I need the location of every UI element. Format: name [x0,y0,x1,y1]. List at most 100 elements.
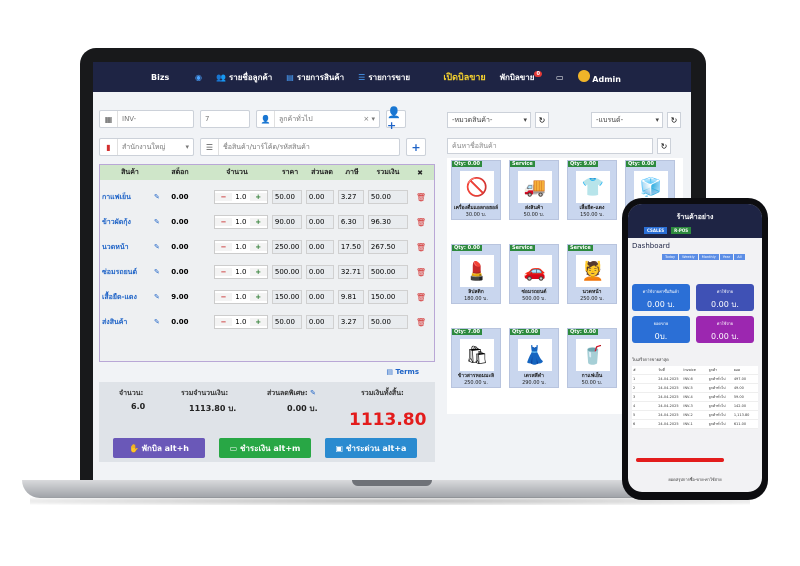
branch-select[interactable]: ▮ สำนักงานใหญ่ ▾ [99,138,194,156]
decrement-button[interactable]: − [214,193,233,201]
quantity-stepper[interactable]: −1.0 + [213,190,268,204]
clear-customer-icon[interactable]: × ▾ [363,115,375,123]
quantity-stepper[interactable]: −1.0 + [213,265,268,279]
nav-customers[interactable]: 👥 รายชื่อลูกค้า [216,71,272,84]
qty-value[interactable]: 1.0 [232,318,249,326]
catalog-search-input[interactable]: ค้นหาชื่อสินค้า [447,138,653,154]
increment-button[interactable]: + [249,243,267,251]
brand-select[interactable]: -แบรนด์- ▾ [591,112,663,128]
product-card[interactable]: Service 💆 นวดหน้า 250.00 บ. [567,244,617,304]
nav-products[interactable]: ▤ รายการสินค้า [286,71,344,84]
qty-value[interactable]: 1.0 [232,268,249,276]
product-card[interactable]: Qty: 0.00 🚫 เครื่องดื่มแอลกอฮอล์ 30.00 บ. [451,160,501,220]
filter-weekly[interactable]: Weekly [679,254,698,260]
discount-field[interactable]: 0.00 [305,315,334,329]
decrement-button[interactable]: − [214,243,233,251]
quantity-stepper[interactable]: −1.0 + [213,315,268,329]
qty-value[interactable]: 1.0 [232,293,249,301]
product-card[interactable]: Service 🚚 ส่งสินค้า 50.00 บ. [509,160,559,220]
increment-button[interactable]: + [249,293,267,301]
price-field[interactable]: 50.00 [271,190,302,204]
price-field[interactable]: 90.00 [271,215,302,229]
monitor-icon[interactable]: ▭ [556,73,564,82]
table-row[interactable]: 2 24-04-2025 INV-5 ลูกค้าทั่วไป 49.00 [632,384,758,393]
hold-bill-link[interactable]: พักบิลขาย 0 [500,70,542,84]
customer-select[interactable]: 👤 ลูกค้าทั่วไป × ▾ [256,110,380,128]
filter-monthly[interactable]: Monthly [698,254,719,260]
discount-field[interactable]: 0.00 [305,215,334,229]
increment-button[interactable]: + [249,193,267,201]
discount-label[interactable]: ส่วนลดพิเศษ: ✎ [267,388,316,399]
trash-icon[interactable]: 🗑 [416,268,426,277]
cart-item-name[interactable]: ข้าวผัดกุ้ง [100,217,160,228]
qty-value[interactable]: 1.0 [232,193,249,201]
discount-field[interactable]: 0.00 [305,265,334,279]
product-card[interactable]: Qty: 0.00 🥤 กาแฟเย็น 50.00 บ. [567,328,617,388]
brand-logo[interactable]: Bizs [151,73,181,82]
table-row[interactable]: 4 24-04-2025 INV-3 ลูกค้าทั่วไป 142.00 [632,402,758,411]
discount-field[interactable]: 0.00 [305,190,334,204]
qty-value[interactable]: 1.0 [232,218,249,226]
increment-button[interactable]: + [249,218,267,226]
trash-icon[interactable]: 🗑 [416,193,426,202]
phone-scrollbar[interactable] [636,458,724,462]
clear-all-button[interactable]: ✖ [410,169,430,177]
product-card[interactable]: Qty: 9.00 👕 เสื้อยืด-แดง 150.00 บ. [567,160,617,220]
terms-link[interactable]: ▤ Terms [99,368,435,376]
cart-item-name[interactable]: เสื้อยืด-แดง [100,292,160,303]
doc-number-input[interactable]: 7 [200,110,250,128]
refresh-brand-button[interactable]: ↻ [667,112,681,128]
price-field[interactable]: 250.00 [271,240,302,254]
price-field[interactable]: 150.00 [271,290,302,304]
phone-tab-rpos[interactable]: R-POS [671,227,692,234]
trash-icon[interactable]: 🗑 [416,243,426,252]
category-select[interactable]: -หมวดสินค้า- ▾ [447,112,531,128]
phone-stat-card[interactable]: ยอดขาย 0บ. [632,316,690,343]
product-card[interactable]: Service 🚗 ซ่อมรถยนต์ 500.00 บ. [509,244,559,304]
decrement-button[interactable]: − [214,218,233,226]
trash-icon[interactable]: 🗑 [416,318,426,327]
add-product-button[interactable]: + [406,138,426,156]
phone-stat-card[interactable]: ค่าใช้จ่ายค่าซื้อสินค้า 0.00 บ. [632,284,690,311]
decrement-button[interactable]: − [214,293,233,301]
add-customer-button[interactable]: 👤+ [386,106,406,132]
hold-bill-button[interactable]: ✋ พักบิล alt+h [113,438,205,458]
invoice-input[interactable]: ▦ INV- [99,110,194,128]
filter-all[interactable]: All [734,254,745,260]
discount-field[interactable]: 0.00 [305,290,334,304]
nav-sales[interactable]: ☰ รายการขาย [358,71,410,84]
trash-icon[interactable]: 🗑 [416,293,426,302]
cart-item-name[interactable]: กาแฟเย็น [100,192,160,203]
quick-pay-button[interactable]: ▣ ชำระด่วน alt+a [325,438,417,458]
table-row[interactable]: 5 24-04-2025 INV-2 ลูกค้าทั่วไป 1,113.80 [632,411,758,420]
dashboard-link[interactable]: ◉ [195,73,202,82]
trash-icon[interactable]: 🗑 [416,218,426,227]
phone-stat-card[interactable]: ค่าใช้จ่าย 0.00 บ. [696,284,754,311]
decrement-button[interactable]: − [214,268,233,276]
table-row[interactable]: 1 24-04-2025 INV-6 ลูกค้าทั่วไป 497.00 [632,375,758,384]
refresh-search-button[interactable]: ↻ [657,138,671,154]
refresh-category-button[interactable]: ↻ [535,112,549,128]
phone-tab-csales[interactable]: CSALES [644,227,668,234]
table-row[interactable]: 3 24-04-2025 INV-4 ลูกค้าทั่วไป 59.00 [632,393,758,402]
filter-year[interactable]: Year [719,254,734,260]
discount-field[interactable]: 0.00 [305,240,334,254]
pay-button[interactable]: ▭ ชำระเงิน alt+m [219,438,311,458]
product-card[interactable]: Qty: 7.00 🛍 ข้าวสารหอมมะลิ 250.00 บ. [451,328,501,388]
open-sale-link[interactable]: เปิดบิลขาย [443,70,485,84]
quantity-stepper[interactable]: −1.0 + [213,215,268,229]
table-row[interactable]: 6 24-04-2025 INV-1 ลูกค้าทั่วไป 611.00 [632,420,758,429]
cart-item-name[interactable]: ซ่อมรถยนต์ [100,267,160,278]
product-search-input[interactable]: ☰ ชื่อสินค้า/บาร์โค้ด/รหัสสินค้า [200,138,400,156]
price-field[interactable]: 50.00 [271,315,302,329]
product-card[interactable]: Qty: 0.00 👗 เดรสสีดำ 290.00 บ. [509,328,559,388]
qty-value[interactable]: 1.0 [232,243,249,251]
price-field[interactable]: 500.00 [271,265,302,279]
user-menu[interactable]: Admin [577,70,621,84]
phone-stat-card[interactable]: ค่าใช้จ่าย 0.00 บ. [696,316,754,343]
cart-item-name[interactable]: นวดหน้า [100,242,160,253]
quantity-stepper[interactable]: −1.0 + [213,240,268,254]
product-card[interactable]: Qty: 0.00 💄 ลิปสติก 180.00 บ. [451,244,501,304]
quantity-stepper[interactable]: −1.0 + [213,290,268,304]
cart-item-name[interactable]: ส่งสินค้า [100,317,160,328]
